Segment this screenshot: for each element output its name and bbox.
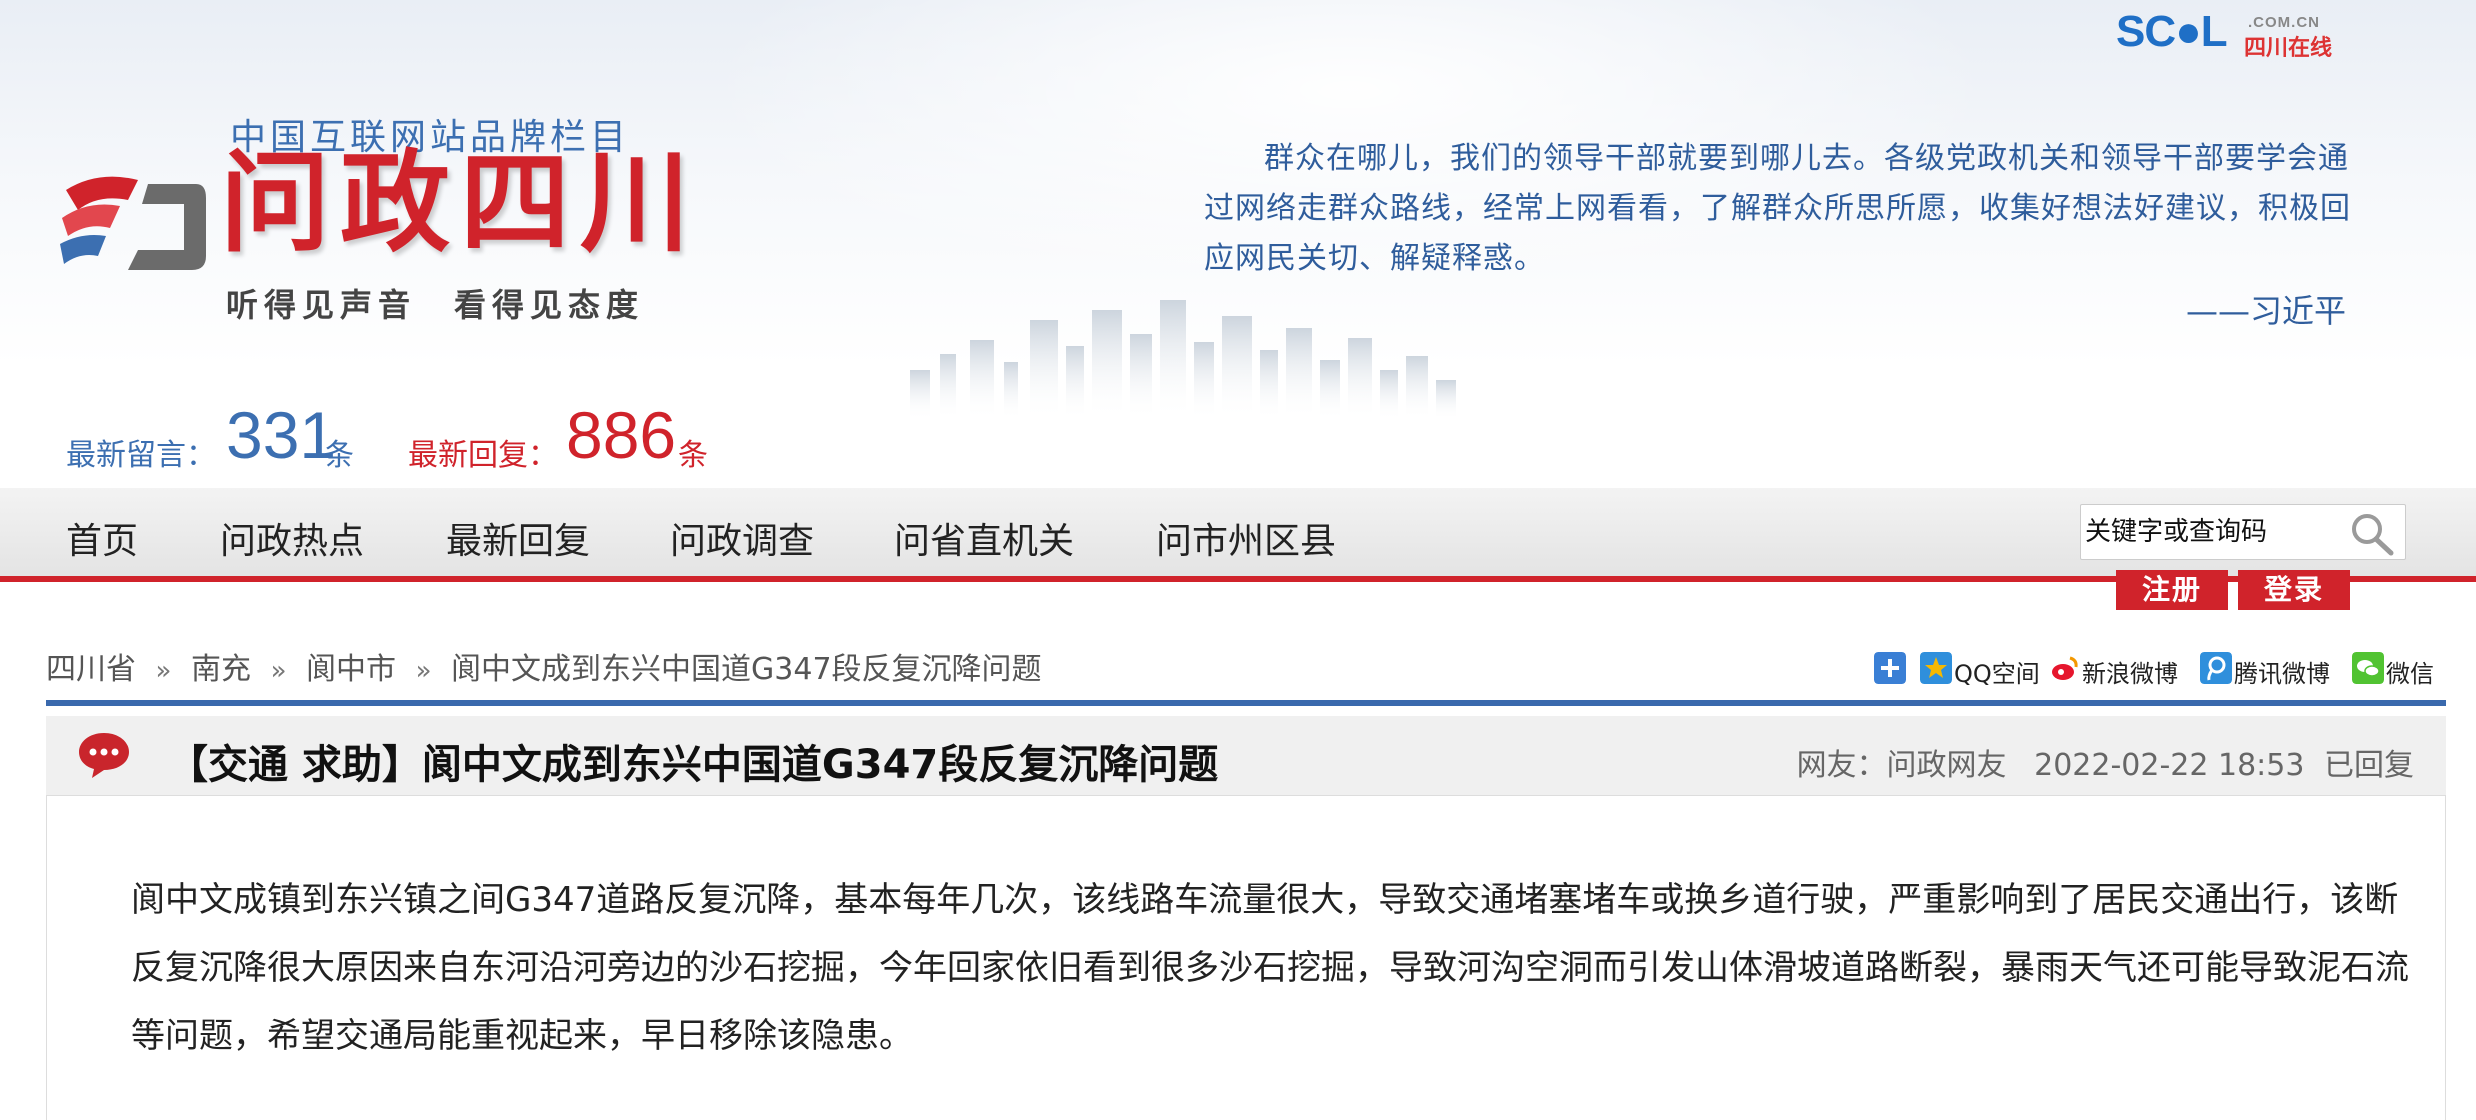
- latest-messages-label: 最新留言：: [66, 438, 216, 473]
- comment-icon: [79, 733, 129, 778]
- post-header: 【交通 求助】阆中文成到东兴中国道G347段反复沉降问题 网友：问政网友 202…: [46, 716, 2446, 796]
- share-weibo-label: 新浪微博: [2082, 660, 2178, 688]
- post-body: 阆中文成镇到东兴镇之间G347道路反复沉降，基本每年几次，该线路车流量很大，导致…: [46, 796, 2446, 1120]
- nav-item-latest-replies[interactable]: 最新回复: [446, 512, 590, 564]
- brand-title[interactable]: 问政四川: [220, 148, 700, 258]
- post-title: 【交通 求助】阆中文成到东兴中国道G347段反复沉降问题: [168, 742, 1219, 788]
- share-wechat-label: 微信: [2386, 660, 2434, 688]
- post-datetime: 2022-02-22 18:53: [2034, 748, 2305, 783]
- brand-logo-icon[interactable]: [58, 170, 208, 280]
- nav-item-provincial[interactable]: 问省直机关: [894, 512, 1074, 564]
- breadcrumb-current: 阆中文成到东兴中国道G347段反复沉降问题: [451, 652, 1042, 687]
- register-button[interactable]: 注册: [2116, 570, 2228, 610]
- share-tencent-weibo-label: 腾讯微博: [2234, 660, 2330, 688]
- post-content: 阆中文成镇到东兴镇之间G347道路反复沉降，基本每年几次，该线路车流量很大，导致…: [131, 880, 2409, 1056]
- share-qzone-label: QQ空间: [1954, 660, 2040, 688]
- nav-item-survey[interactable]: 问政调查: [670, 512, 814, 564]
- breadcrumb: 四川省 » 南充 » 阆中市 » 阆中文成到东兴中国道G347段反复沉降问题: [46, 644, 1042, 688]
- login-button[interactable]: 登录: [2238, 570, 2350, 610]
- search-box: [2080, 504, 2406, 560]
- leader-quote-text: 群众在哪儿，我们的领导干部就要到哪儿去。各级党政机关和领导干部要学会通过网络走群…: [1204, 141, 2351, 276]
- latest-replies-label: 最新回复：: [408, 438, 558, 473]
- breadcrumb-city[interactable]: 南充: [191, 652, 251, 687]
- main-nav: 首页 问政热点 最新回复 问政调查 问省直机关 问市州区县: [0, 488, 2476, 580]
- breadcrumb-separator: »: [270, 656, 287, 686]
- tencent-weibo-icon: [2200, 652, 2232, 684]
- city-skyline-graphic: [910, 300, 1456, 420]
- content-divider: [46, 700, 2446, 706]
- brand-slogan: 听得见声音 看得见态度: [226, 286, 645, 324]
- plus-icon: [1874, 652, 1906, 684]
- scol-logo-text: SC●L: [2116, 7, 2228, 56]
- latest-messages-count[interactable]: 331: [226, 402, 336, 468]
- post-author[interactable]: 网友：问政网友: [1797, 748, 2007, 783]
- latest-messages-unit: 条: [324, 438, 354, 473]
- breadcrumb-separator: »: [155, 656, 172, 686]
- weibo-icon: [2048, 652, 2080, 684]
- nav-item-city-county[interactable]: 问市州区县: [1156, 512, 1336, 564]
- breadcrumb-province[interactable]: 四川省: [46, 652, 136, 687]
- leader-quote: 群众在哪儿，我们的领导干部就要到哪儿去。各级党政机关和领导干部要学会通过网络走群…: [1204, 134, 2364, 284]
- nav-item-hot[interactable]: 问政热点: [220, 512, 364, 564]
- nav-item-home[interactable]: 首页: [66, 512, 138, 564]
- breadcrumb-county[interactable]: 阆中市: [306, 652, 396, 687]
- post-status-badge: 已回复: [2324, 748, 2414, 783]
- wechat-icon: [2352, 652, 2384, 684]
- site-header: SC●L .COM.CN 四川在线 中国互联网站品牌栏目 问政四川 听得见声音 …: [0, 0, 2476, 488]
- latest-replies-count[interactable]: 886: [566, 402, 676, 468]
- scol-logo[interactable]: SC●L .COM.CN 四川在线: [2116, 6, 2356, 62]
- qzone-icon: [1920, 652, 1952, 684]
- share-bar: QQ空间 新浪微博 腾讯微博 微信: [1874, 650, 2434, 688]
- post-meta: 网友：问政网友 2022-02-22 18:53 已回复: [1779, 740, 2414, 784]
- scol-logo-cn: 四川在线: [2244, 36, 2333, 61]
- breadcrumb-separator: »: [415, 656, 432, 686]
- leader-quote-author: ——习近平: [2186, 292, 2347, 330]
- search-input[interactable]: [2085, 513, 2335, 551]
- scol-logo-domain: .COM.CN: [2248, 14, 2320, 31]
- search-icon[interactable]: [2345, 509, 2399, 557]
- nav-divider: [0, 576, 2476, 582]
- latest-replies-unit: 条: [678, 438, 708, 473]
